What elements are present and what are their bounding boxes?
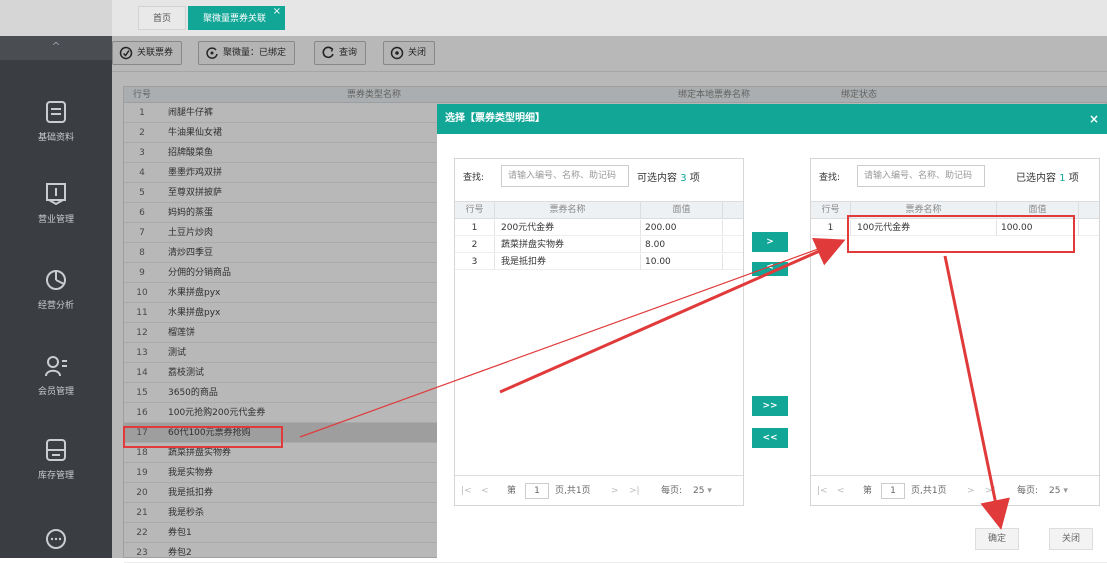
annotation-arrows: [299, 237, 1010, 530]
annotation-arrow: [299, 239, 844, 438]
annotation-arrow: [943, 255, 1010, 530]
annotation-arrow: [499, 237, 846, 394]
